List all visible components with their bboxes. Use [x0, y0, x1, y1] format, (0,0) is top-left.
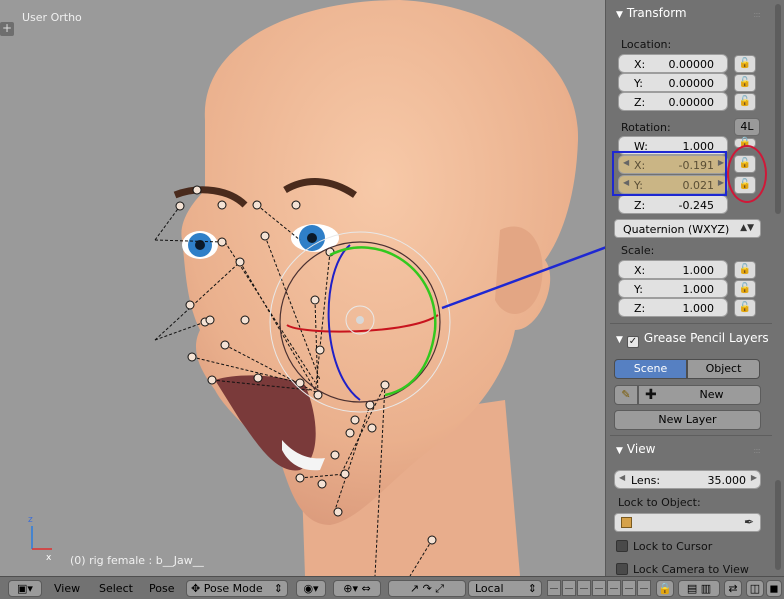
grease-pencil-header[interactable]: ▼ ✓ Grease Pencil Layers [616, 331, 769, 348]
3d-view-header: ▣▾ View Select Pose ✥ Pose Mode ⇕ ◉▾ ⊕▾ ⇔… [0, 576, 784, 599]
render-icon[interactable]: ◫ [746, 580, 764, 597]
camera-icon[interactable]: ◼ [766, 580, 782, 597]
axis-z-label: z [28, 515, 33, 525]
pivot-icon: ⊕▾ ⇔ [343, 582, 371, 595]
properties-panel: ▼ Transform :::: Location: X: 0.00000 🔓 Y:… [605, 0, 784, 576]
collapse-triangle-icon: ▼ [616, 446, 623, 456]
location-z-field[interactable]: Z: 0.00000 [618, 92, 728, 111]
scale-label: Scale: [621, 244, 655, 257]
pencil-icon[interactable]: ✎ [614, 385, 638, 405]
increment-arrow-icon: ▶ [750, 473, 757, 482]
layer-button-7[interactable] [637, 580, 651, 596]
lens-field[interactable]: ◀ Lens: 35.000 ▶ [614, 470, 761, 489]
scale-z-lock-icon[interactable]: 🔓 [734, 299, 756, 317]
location-z-lock-icon[interactable]: 🔓 [734, 93, 756, 111]
axis-indicator [31, 526, 52, 550]
pose-mode-icon: ✥ [191, 582, 204, 595]
shading-sphere-icon: ◉▾ [303, 582, 319, 595]
drag-grip-icon[interactable]: :::: [753, 446, 761, 455]
location-x-field[interactable]: X: 0.00000 [618, 54, 728, 73]
location-x-lock-icon[interactable]: 🔓 [734, 55, 756, 73]
lock-to-cursor-checkbox[interactable]: Lock to Cursor [616, 540, 712, 553]
panel-scrollbar[interactable] [775, 4, 781, 214]
rotation-label: Rotation: [621, 121, 671, 134]
3d-viewport[interactable]: z x User Ortho + (0) rig female : b__Jaw… [0, 0, 605, 576]
pivot-dropdown[interactable]: ⊕▾ ⇔ [333, 580, 381, 597]
viewport-status: (0) rig female : b__Jaw__ [70, 554, 204, 567]
new-layer-button[interactable]: New Layer [614, 410, 761, 430]
transform-orientation-dropdown[interactable]: Local ⇕ [468, 580, 542, 597]
rotation-mode-dropdown[interactable]: Quaternion (WXYZ) ▲▼ [614, 219, 761, 238]
menu-pose[interactable]: Pose [149, 582, 174, 595]
manipulator-icons: ↗ ↷ ⤢ [409, 582, 445, 595]
rotation-4l-button[interactable]: 4L [734, 118, 760, 136]
editor-type-button[interactable]: ▣▾ [8, 580, 42, 597]
scale-x-field[interactable]: X: 1.000 [618, 260, 728, 279]
layer-button-1[interactable] [547, 580, 561, 596]
scale-y-field[interactable]: Y: 1.000 [618, 279, 728, 298]
clipboard-icon: ▤ ▥ [686, 582, 712, 595]
object-cube-icon [621, 517, 632, 528]
scale-z-field[interactable]: Z: 1.000 [618, 298, 728, 317]
collapse-triangle-icon: ▼ [616, 10, 623, 20]
mode-dropdown[interactable]: ✥ Pose Mode ⇕ [186, 580, 288, 597]
panel-scrollbar-lower[interactable] [775, 480, 781, 570]
grease-pencil-new-row: ✎ ✚ New [614, 385, 761, 405]
viewport-scene: z x [28, 0, 605, 576]
grease-pencil-checkbox[interactable]: ✓ [626, 336, 639, 348]
shading-dropdown[interactable]: ◉▾ [296, 580, 326, 597]
annotation-highlight-box [612, 151, 727, 196]
collapse-triangle-icon: ▼ [616, 335, 623, 345]
layer-button-6[interactable] [622, 580, 636, 596]
transform-header[interactable]: ▼ Transform [616, 6, 687, 20]
lock-to-object-label: Lock to Object: [618, 496, 701, 509]
toolshelf-toggle[interactable]: + [0, 22, 14, 36]
manipulator-buttons[interactable]: ↗ ↷ ⤢ [388, 580, 466, 597]
location-label: Location: [621, 38, 672, 51]
rotation-z-field[interactable]: Z: -0.245 [618, 195, 728, 214]
decrement-arrow-icon: ◀ [619, 473, 626, 482]
layer-button-2[interactable] [562, 580, 576, 596]
menu-view[interactable]: View [54, 582, 80, 595]
location-y-field[interactable]: Y: 0.00000 [618, 73, 728, 92]
view-header[interactable]: ▼ View [616, 442, 655, 456]
updown-chevron-icon: ⇕ [527, 582, 537, 595]
drag-grip-icon[interactable]: :::: [753, 10, 761, 19]
viewport-title: User Ortho [22, 11, 82, 24]
axis-x-label: x [46, 553, 52, 563]
scale-x-lock-icon[interactable]: 🔓 [734, 261, 756, 279]
eyedropper-icon: ✒ [743, 515, 754, 529]
onion-skin-icon[interactable]: ⇄ [724, 580, 742, 597]
layer-button-3[interactable] [577, 580, 591, 596]
annotation-highlight-ellipse [727, 145, 767, 203]
scale-y-lock-icon[interactable]: 🔓 [734, 280, 756, 298]
grease-pencil-source-tabs: Scene Object [614, 359, 761, 379]
lock-to-object-field[interactable]: ✒ [614, 513, 761, 532]
layer-button-4[interactable] [592, 580, 606, 596]
lock-layers-icon[interactable]: 🔒 [656, 580, 674, 597]
new-grease-pencil-button[interactable]: ✚ New [638, 385, 761, 405]
tab-object[interactable]: Object [687, 359, 760, 379]
cube-icon: ▣▾ [17, 582, 33, 595]
menu-select[interactable]: Select [99, 582, 133, 595]
lock-camera-to-view-checkbox[interactable]: Lock Camera to View [616, 563, 749, 576]
location-y-lock-icon[interactable]: 🔓 [734, 74, 756, 92]
layer-button-5[interactable] [607, 580, 621, 596]
updown-chevron-icon: ▲▼ [740, 223, 754, 233]
updown-chevron-icon: ⇕ [273, 582, 283, 595]
pose-copy-buttons[interactable]: ▤ ▥ [678, 580, 720, 597]
tab-scene[interactable]: Scene [614, 359, 687, 379]
